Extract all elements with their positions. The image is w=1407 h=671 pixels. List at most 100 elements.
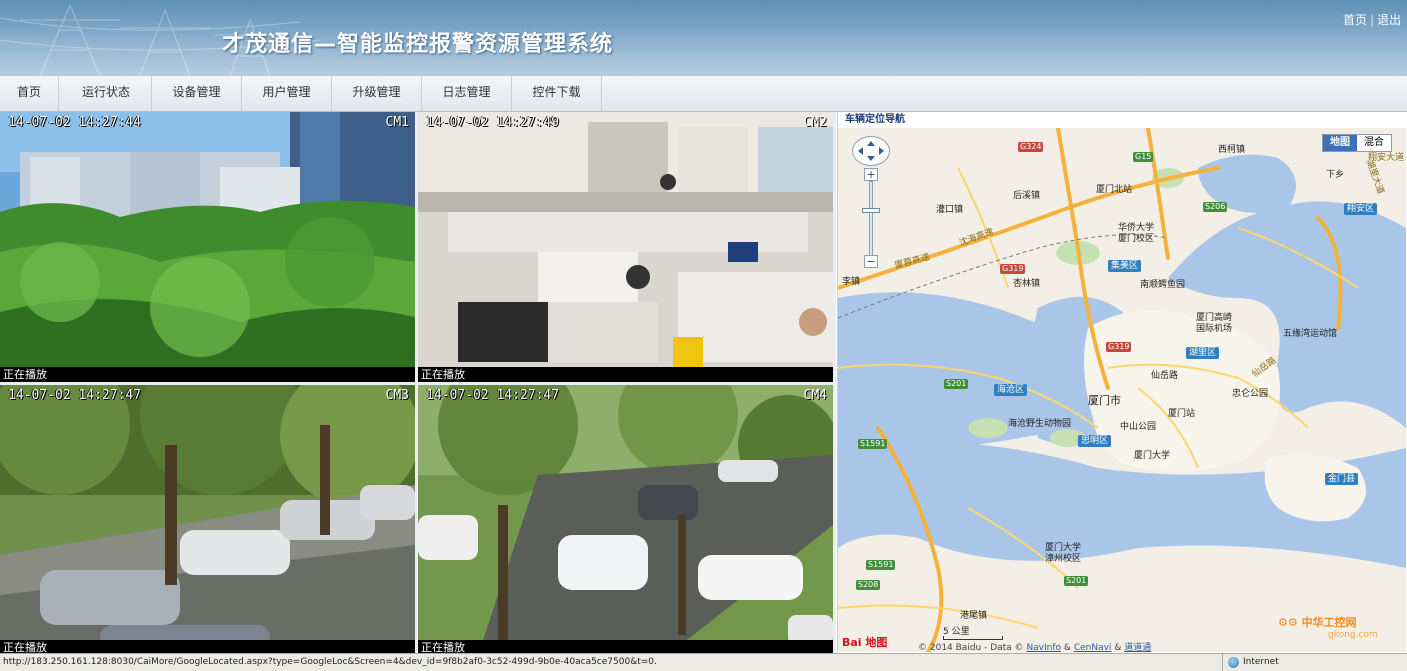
camera-timestamp: 14-07-02 14:27:47	[426, 388, 560, 403]
link-separator: |	[1370, 13, 1375, 27]
home-link[interactable]: 首页	[1343, 13, 1367, 27]
map-district-label: 翔安区	[1344, 203, 1378, 215]
zoom-slider-thumb[interactable]	[862, 208, 880, 213]
camera-timestamp: 14-07-02 14:27:47	[8, 388, 142, 403]
map-place-label: 厦门站	[1168, 409, 1196, 419]
map-district-label: 湖里区	[1186, 347, 1220, 359]
nav-item-upgrade-management[interactable]: 升级管理	[332, 76, 422, 111]
pan-control[interactable]	[852, 136, 890, 166]
map-place-label: 后溪镇	[1013, 191, 1041, 201]
camera-view-cm1[interactable]: 14-07-02 14:27:44 CM1 正在播放	[0, 112, 415, 382]
camera-view-cm4[interactable]: 14-07-02 14:27:47 CM4 正在播放	[418, 385, 833, 655]
camera-timestamp: 14-07-02 14:27:44	[8, 115, 142, 130]
map-type-map-button[interactable]: 地图	[1323, 135, 1357, 151]
watermark-subtext: gkong.com	[1328, 630, 1378, 640]
baidu-logo: Bai 地图	[842, 636, 888, 649]
copyright-separator: &	[1114, 643, 1122, 652]
map-road-badge: S208	[856, 580, 881, 590]
map-district-label: 思明区	[1078, 435, 1112, 447]
camera-id: CM1	[385, 115, 409, 130]
map-place-label: 厦门北站	[1096, 185, 1133, 195]
top-links: 首页 | 退出	[1343, 11, 1407, 28]
copyright-text: © 2014 Baidu - Data ©	[918, 643, 1024, 652]
map-place-label: 下乡	[1326, 170, 1345, 180]
nav-item-run-status[interactable]: 运行状态	[61, 76, 152, 111]
camera-status: 正在播放	[0, 367, 415, 382]
map-place-label: 南顺鳄鱼园	[1140, 280, 1186, 290]
nav-item-device-management[interactable]: 设备管理	[152, 76, 242, 111]
camera-feed-image	[0, 385, 415, 655]
map-place-label: 杏林镇	[1013, 279, 1041, 289]
watermark-text: 中华工控网	[1301, 616, 1357, 629]
main-nav: 首页 运行状态 设备管理 用户管理 升级管理 日志管理 控件下载	[0, 76, 1407, 112]
map-road-badge: G15	[1133, 152, 1154, 162]
map-place-label: 灌口镇	[936, 205, 964, 215]
map-city-label: 厦门市	[1088, 394, 1121, 407]
map-road-badge: S206	[1203, 202, 1228, 212]
map-place-label: 漳州校区	[1045, 554, 1082, 564]
camera-view-cm2[interactable]: 14-07-02 14:27:49 CM2 正在播放	[418, 112, 833, 382]
security-zone: Internet	[1222, 654, 1407, 671]
zoom-out-button[interactable]: −	[864, 255, 878, 268]
map-district-label: 集美区	[1108, 260, 1142, 272]
map-place-label: 中山公园	[1120, 422, 1157, 432]
nav-item-plugin-download[interactable]: 控件下载	[512, 76, 602, 111]
nav-item-log-management[interactable]: 日志管理	[422, 76, 512, 111]
map-road-badge: G319	[1106, 342, 1132, 352]
gkong-watermark: ⚙⚙ 中华工控网 gkong.com	[1278, 614, 1378, 640]
vehicle-map-panel: 车辆定位导航 西柯镇 下乡 厦门北站 后溪镇 灌口镇 华侨大学 厦门校区 翔安区…	[837, 112, 1406, 652]
daodaotong-link[interactable]: 道道通	[1124, 643, 1151, 652]
map-place-label: 海沧野生动物园	[1008, 419, 1072, 429]
camera-id: CM3	[385, 388, 409, 403]
zone-label: Internet	[1243, 657, 1279, 667]
map-road-badge: S1591	[858, 439, 888, 449]
map-road-badge: G319	[1000, 264, 1026, 274]
camera-status: 正在播放	[418, 367, 833, 382]
map-place-label: 李镇	[842, 277, 861, 287]
nav-item-home[interactable]: 首页	[0, 76, 59, 111]
camera-view-cm3[interactable]: 14-07-02 14:27:47 CM3 正在播放	[0, 385, 415, 655]
map-place-label: 厦门大学	[1134, 451, 1171, 461]
gear-icon: ⚙⚙	[1278, 616, 1302, 629]
app-header: 才茂通信—智能监控报警资源管理系统 首页 | 退出	[0, 0, 1407, 76]
cennavi-link[interactable]: CenNavi	[1074, 643, 1112, 652]
zoom-in-button[interactable]: +	[864, 168, 878, 181]
map-road-badge: S201	[944, 379, 969, 389]
video-grid: 14-07-02 14:27:44 CM1 正在播放 14-07-02 14:2…	[0, 112, 836, 655]
nav-item-user-management[interactable]: 用户管理	[242, 76, 332, 111]
zoom-slider-track[interactable]	[869, 181, 873, 257]
zoom-control: + −	[862, 168, 880, 268]
copyright-separator: &	[1063, 643, 1071, 652]
map-title: 车辆定位导航	[838, 112, 1406, 128]
globe-icon	[1228, 657, 1239, 668]
browser-status-bar: http://183.250.161.128:8030/CaiMore/Goog…	[0, 653, 1407, 671]
map-district-label: 金门县	[1325, 473, 1359, 485]
map-district-label: 海沧区	[994, 384, 1028, 396]
map-copyright: © 2014 Baidu - Data © NavInfo & CenNavi …	[918, 640, 1151, 652]
camera-feed-image	[418, 385, 833, 655]
camera-timestamp: 14-07-02 14:27:49	[426, 115, 560, 130]
navinfo-link[interactable]: NavInfo	[1026, 643, 1061, 652]
camera-id: CM4	[803, 388, 827, 403]
logout-link[interactable]: 退出	[1377, 13, 1401, 27]
map-type-hybrid-button[interactable]: 混合	[1357, 135, 1391, 151]
map-scale: 5 公里	[943, 624, 1003, 640]
map-place-label: 忠仑公园	[1232, 389, 1269, 399]
map-place-label: 西柯镇	[1218, 145, 1246, 155]
map-canvas[interactable]	[838, 128, 1406, 652]
map-place-label: 五缘湾运动馆	[1283, 329, 1338, 339]
camera-id: CM2	[803, 115, 827, 130]
map-road-badge: S1591	[866, 560, 896, 570]
map-road-badge: S201	[1064, 576, 1089, 586]
status-url: http://183.250.161.128:8030/CaiMore/Goog…	[3, 657, 657, 667]
map-type-switch: 地图 混合	[1322, 134, 1392, 152]
map-place-label: 厦门校区	[1118, 234, 1155, 244]
map-place-label: 仙岳路	[1151, 371, 1179, 381]
camera-feed-image	[418, 112, 833, 382]
map-place-label: 国际机场	[1196, 324, 1233, 334]
camera-feed-image	[0, 112, 415, 382]
pan-arrows-icon	[858, 141, 884, 161]
app-title: 才茂通信—智能监控报警资源管理系统	[222, 32, 614, 57]
map-road-badge: G324	[1018, 142, 1044, 152]
map-place-label: 港尾镇	[960, 611, 988, 621]
